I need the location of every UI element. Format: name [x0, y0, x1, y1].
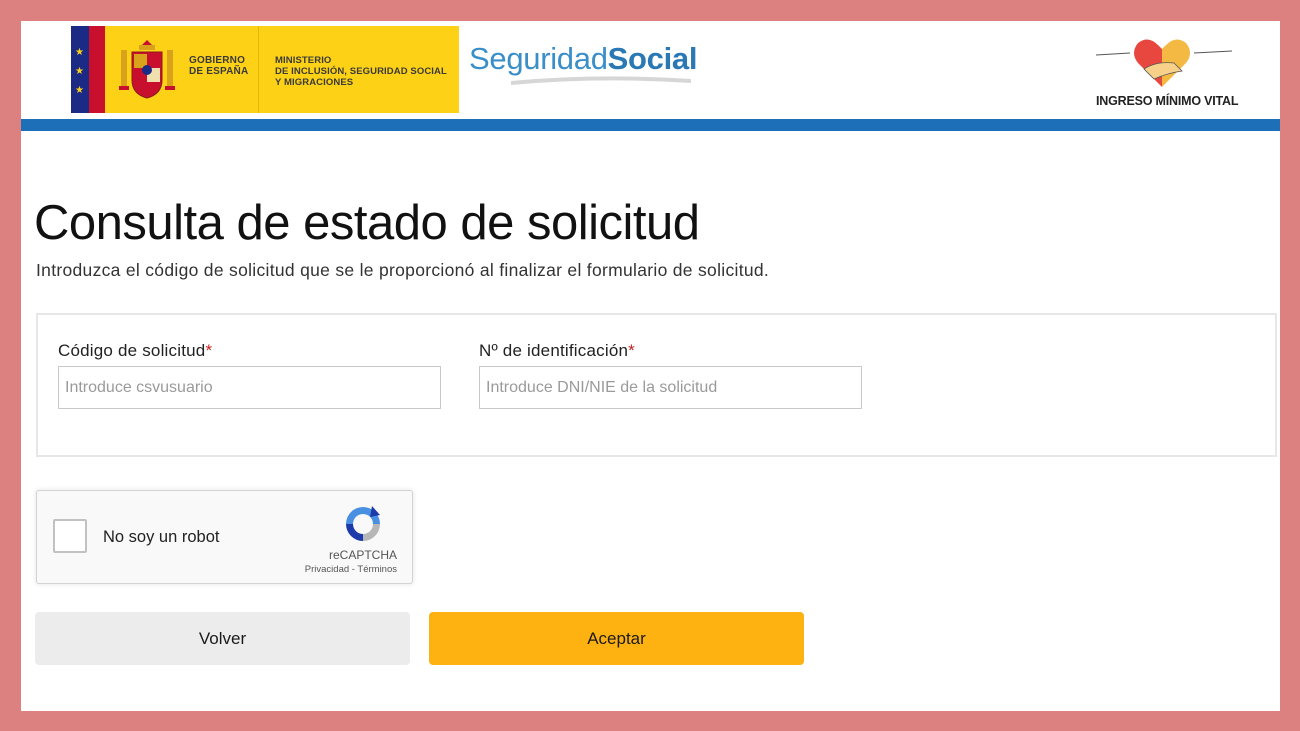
- eu-flag-strip: ★ ★ ★: [71, 26, 105, 113]
- star-icon: ★: [75, 47, 84, 58]
- recaptcha-checkbox[interactable]: [53, 519, 87, 553]
- site-header: ★ ★ ★ GOBIERNO DE ESPAÑA MINISTERIO DE I…: [21, 21, 1280, 119]
- code-field-label: Código de solicitud*: [58, 341, 213, 360]
- seguridad-social-logo[interactable]: SeguridadSocial: [469, 41, 697, 77]
- star-icon: ★: [75, 66, 84, 77]
- recaptcha-widget: No soy un robot reCAPTCHA Privacidad - T…: [36, 490, 413, 584]
- recaptcha-brand: reCAPTCHA: [328, 548, 397, 562]
- recaptcha-links[interactable]: Privacidad - Términos: [305, 564, 397, 575]
- page-title: Consulta de estado de solicitud: [34, 196, 700, 250]
- logo-divider: [258, 26, 259, 113]
- page-subtitle: Introduzca el código de solicitud que se…: [36, 260, 770, 280]
- swoosh-icon: [511, 76, 691, 85]
- page-frame: ★ ★ ★ GOBIERNO DE ESPAÑA MINISTERIO DE I…: [21, 21, 1280, 711]
- recaptcha-label: No soy un robot: [103, 528, 220, 546]
- imv-label: INGRESO MÍNIMO VITAL: [1096, 94, 1239, 108]
- gobierno-logo[interactable]: ★ ★ ★ GOBIERNO DE ESPAÑA MINISTERIO DE I…: [71, 26, 459, 113]
- back-button[interactable]: Volver: [35, 612, 410, 665]
- recaptcha-icon: [346, 506, 380, 541]
- code-input[interactable]: [58, 366, 441, 409]
- request-form: Código de solicitud* Nº de identificació…: [36, 313, 1277, 457]
- coat-of-arms-icon: [119, 40, 175, 99]
- accept-button[interactable]: Aceptar: [429, 612, 804, 665]
- required-mark: *: [628, 341, 635, 360]
- ministerio-text: MINISTERIO DE INCLUSIÓN, SEGURIDAD SOCIA…: [275, 55, 447, 88]
- header-bar: [21, 119, 1280, 131]
- required-mark: *: [205, 341, 213, 360]
- gobierno-text: GOBIERNO DE ESPAÑA: [189, 55, 249, 77]
- star-icon: ★: [75, 85, 84, 96]
- id-input[interactable]: [479, 366, 862, 409]
- id-field-label: Nº de identificación*: [479, 341, 635, 360]
